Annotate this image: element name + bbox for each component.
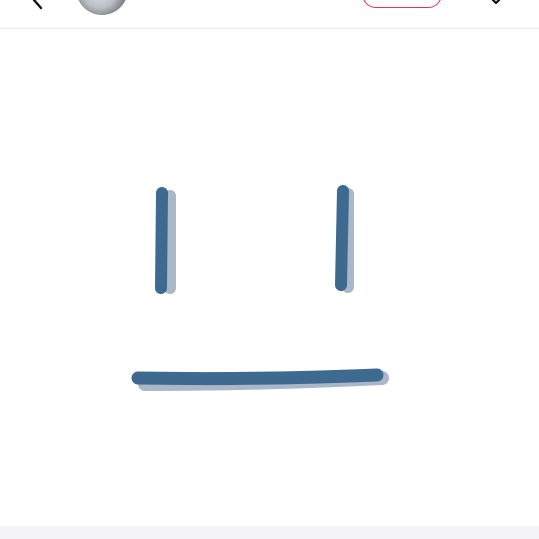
follow-button[interactable] [362,0,442,8]
chevron-down-icon[interactable] [484,0,508,12]
chevron-left-icon[interactable] [26,0,50,12]
top-bar [0,0,539,29]
right-eye-stroke [335,185,349,291]
mouth-stroke [131,368,384,386]
avatar[interactable] [76,0,128,15]
screen [0,0,539,539]
drawing-canvas [131,185,389,391]
bottom-bar [0,526,539,539]
left-eye-stroke [155,187,168,294]
